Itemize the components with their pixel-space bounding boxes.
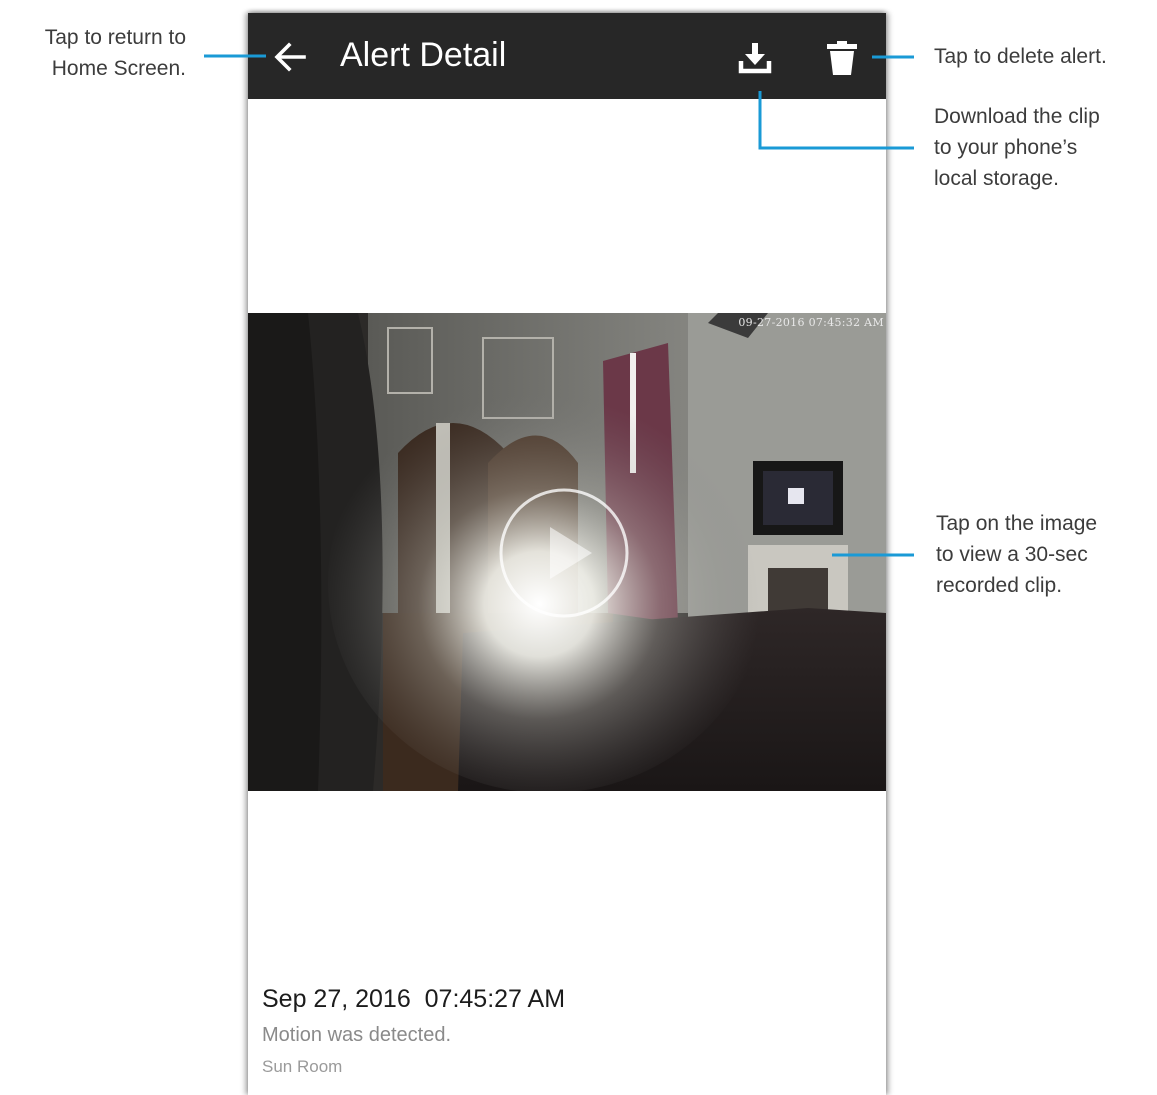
page-title: Alert Detail — [340, 36, 507, 74]
back-button[interactable] — [270, 37, 310, 77]
download-button[interactable] — [736, 39, 774, 77]
trash-icon — [827, 41, 857, 75]
play-circle-icon — [499, 488, 629, 618]
callout-text: recorded clip. — [936, 574, 1063, 597]
callout-text: Tap to delete alert. — [934, 45, 1107, 68]
app-bar: Alert Detail — [248, 13, 886, 99]
phone-screen: Alert Detail 09-27-2016 07:45:32 AM Sep … — [248, 13, 886, 1095]
delete-button[interactable] — [824, 38, 860, 78]
callout-delete-note: Tap to delete alert. — [934, 41, 1107, 72]
callout-text: to view a 30-sec — [936, 543, 1088, 566]
callout-download-note: Download the clip to your phone’s local … — [934, 101, 1100, 194]
download-icon — [738, 43, 772, 74]
callout-text: Download the clip — [934, 105, 1100, 128]
annotated-screenshot: Alert Detail 09-27-2016 07:45:32 AM Sep … — [0, 0, 1157, 1095]
callout-play-note: Tap on the image to view a 30-sec record… — [936, 508, 1097, 601]
callout-text: Tap on the image — [936, 512, 1098, 535]
callout-text: Home Screen. — [51, 57, 186, 80]
alert-datetime: Sep 27, 2016 07:45:27 AM — [262, 985, 566, 1013]
play-button[interactable] — [496, 485, 632, 621]
callout-text: to your phone’s — [934, 136, 1078, 159]
callout-text: local storage. — [934, 167, 1059, 190]
alert-message: Motion was detected. — [262, 1024, 451, 1046]
video-timestamp: 09-27-2016 07:45:32 AM — [738, 316, 884, 329]
arrow-left-icon — [274, 42, 306, 72]
camera-name: Sun Room — [262, 1057, 343, 1076]
callout-back-note: Tap to return to Home Screen. — [0, 22, 186, 84]
callout-text: Tap to return to — [44, 26, 186, 49]
video-thumbnail[interactable]: 09-27-2016 07:45:32 AM — [248, 313, 886, 791]
